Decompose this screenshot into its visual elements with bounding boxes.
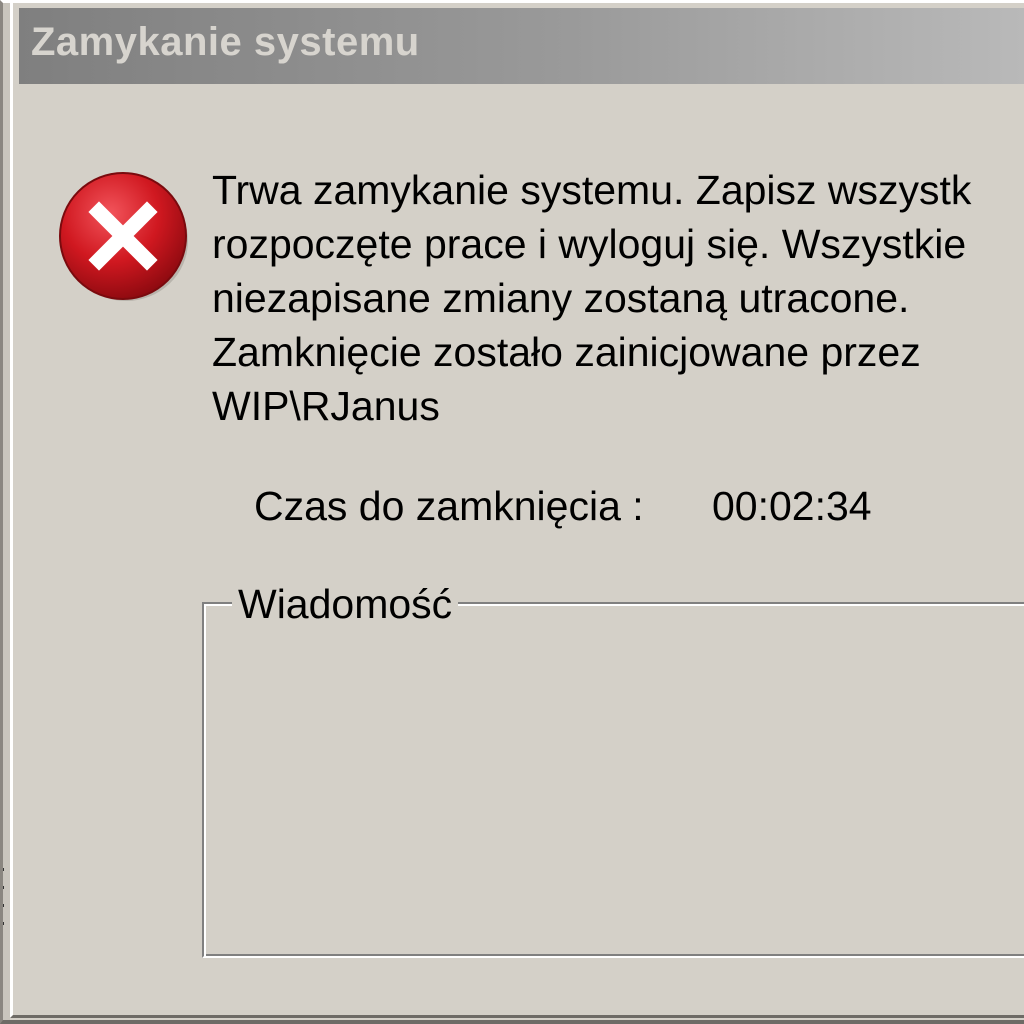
screen-frame: [0, 0, 1024, 1024]
